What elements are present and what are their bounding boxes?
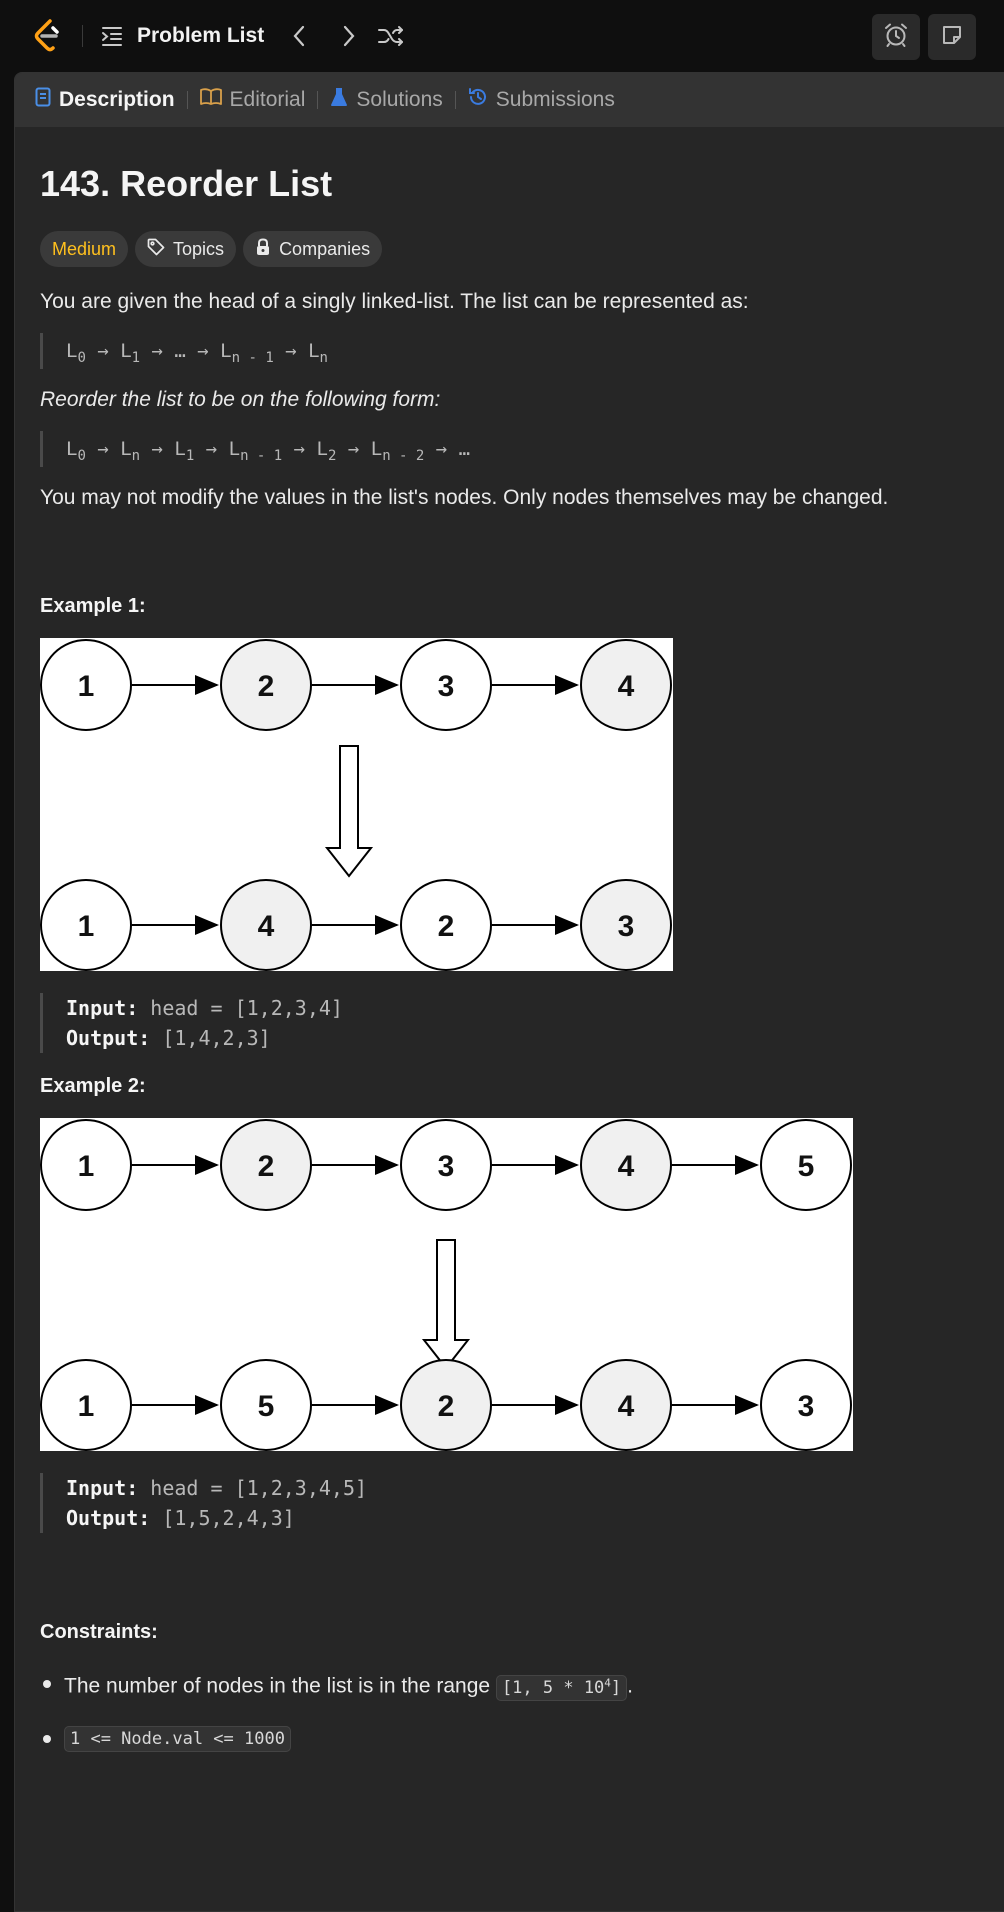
node-label: 5	[798, 1150, 815, 1183]
tab-submissions-label: Submissions	[495, 88, 615, 111]
example-1-diagram: 1 2 3 4 1 4 2 3	[40, 638, 673, 971]
badge-row: Medium Topics Companies	[40, 231, 989, 267]
document-icon	[35, 87, 51, 113]
constraint-item: 1 <= Node.val <= 1000	[40, 1723, 989, 1754]
input-value: head = [1,2,3,4]	[150, 996, 343, 1020]
tab-solutions-label: Solutions	[356, 88, 443, 111]
node-label: 3	[798, 1390, 815, 1423]
shuffle-icon[interactable]	[378, 25, 404, 47]
problem-description: 143. Reorder List Medium Topics Companie…	[15, 127, 1004, 1754]
note-icon	[940, 23, 964, 52]
node-label: 3	[438, 1150, 455, 1183]
note-text: You may not modify the values in the lis…	[40, 486, 889, 509]
example-1-io: Input: head = [1,2,3,4] Output: [1,4,2,3…	[40, 993, 989, 1053]
input-value: head = [1,2,3,4,5]	[150, 1476, 368, 1500]
output-value: [1,4,2,3]	[162, 1026, 271, 1050]
constraint-text: The number of nodes in the list is in th…	[64, 1674, 491, 1698]
notes-button[interactable]	[928, 14, 976, 60]
input-label: Input:	[66, 996, 139, 1020]
tab-description-label: Description	[59, 88, 175, 111]
constraint-code: [1, 5 * 104]	[495, 1674, 628, 1701]
difficulty-badge: Medium	[40, 231, 129, 267]
divider	[82, 25, 83, 47]
companies-label: Companies	[279, 238, 371, 259]
companies-badge[interactable]: Companies	[243, 231, 383, 267]
constraints-heading: Constraints:	[40, 1621, 158, 1643]
lock-icon	[255, 237, 271, 261]
alarm-clock-button[interactable]	[872, 14, 920, 60]
node-label: 4	[258, 910, 275, 943]
constraint-item: The number of nodes in the list is in th…	[40, 1668, 989, 1703]
node-label: 2	[258, 670, 275, 703]
topics-label: Topics	[173, 238, 225, 259]
problem-list-label: Problem List	[137, 24, 265, 47]
node-label: 1	[78, 1150, 95, 1183]
output-value: [1,5,2,4,3]	[162, 1506, 295, 1530]
list-form-formula: L0 → L1 → … → Ln - 1 → Ln	[40, 333, 989, 369]
flask-icon	[330, 87, 348, 113]
panel-tabs: Description Editorial Solutions Submissi…	[15, 73, 1004, 127]
example-2-diagram: 1 2 3 4 5 1 5 2 4 3	[40, 1118, 853, 1451]
chevron-left-icon[interactable]	[292, 25, 306, 47]
tab-description[interactable]: Description	[35, 87, 175, 113]
node-label: 4	[618, 1150, 635, 1183]
node-label: 2	[438, 910, 455, 943]
tab-separator	[454, 91, 456, 109]
problem-list-button[interactable]: Problem List	[101, 24, 264, 48]
node-label: 2	[438, 1390, 455, 1423]
description-panel: Description Editorial Solutions Submissi…	[14, 72, 1004, 1912]
node-label: 3	[438, 670, 455, 703]
input-label: Input:	[66, 1476, 139, 1500]
node-label: 1	[78, 670, 95, 703]
node-label: 2	[258, 1150, 275, 1183]
tab-solutions[interactable]: Solutions	[330, 87, 443, 113]
example-1-heading: Example 1:	[40, 595, 146, 617]
node-label: 3	[618, 910, 635, 943]
node-label: 1	[78, 910, 95, 943]
book-icon	[199, 88, 222, 112]
node-label: 5	[258, 1390, 275, 1423]
constraint-code: 1 <= Node.val <= 1000	[64, 1725, 291, 1752]
difficulty-label: Medium	[52, 238, 117, 259]
top-bar: Problem List	[0, 0, 1004, 72]
tab-editorial[interactable]: Editorial	[199, 88, 306, 112]
node-label: 4	[618, 1390, 635, 1423]
reorder-form-formula: L0 → Ln → L1 → Ln - 1 → L2 → Ln - 2 → …	[40, 431, 989, 467]
tab-submissions[interactable]: Submissions	[468, 87, 615, 113]
intro-text: You are given the head of a singly linke…	[40, 290, 749, 313]
tab-editorial-label: Editorial	[229, 88, 306, 111]
list-indent-icon	[101, 26, 123, 46]
topics-badge[interactable]: Topics	[135, 231, 237, 267]
problem-title: 143. Reorder List	[40, 163, 333, 204]
constraints-list: The number of nodes in the list is in th…	[40, 1668, 989, 1754]
output-label: Output:	[66, 1506, 151, 1530]
tag-icon	[147, 238, 165, 261]
tab-separator	[317, 91, 319, 109]
node-label: 4	[618, 670, 635, 703]
form-intro-text: Reorder the list to be on the following …	[40, 388, 441, 411]
example-2-io: Input: head = [1,2,3,4,5] Output: [1,5,2…	[40, 1473, 989, 1533]
output-label: Output:	[66, 1026, 151, 1050]
example-2-heading: Example 2:	[40, 1075, 146, 1097]
alarm-clock-icon	[883, 22, 909, 53]
chevron-right-icon[interactable]	[342, 25, 356, 47]
tab-separator	[186, 91, 188, 109]
node-label: 1	[78, 1390, 95, 1423]
history-icon	[468, 87, 488, 113]
leetcode-logo-icon[interactable]	[28, 16, 68, 56]
